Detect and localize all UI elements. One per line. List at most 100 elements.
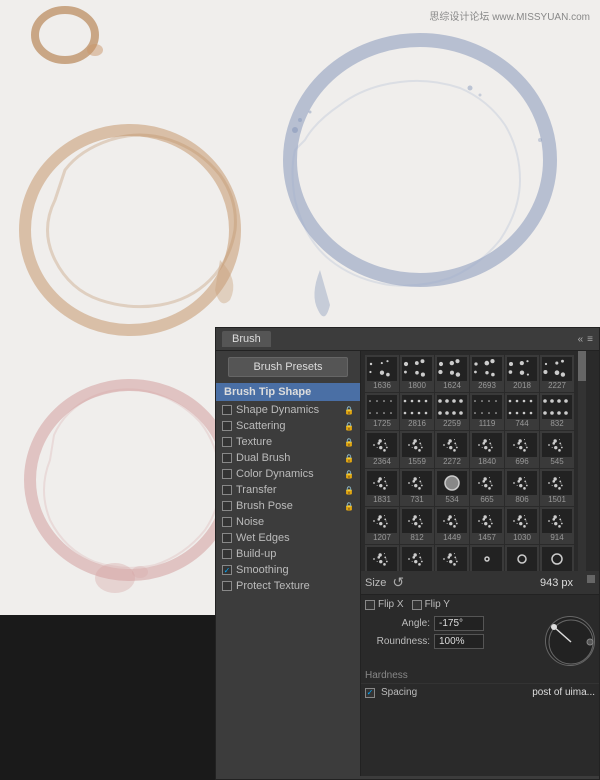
brush-presets-button[interactable]: Brush Presets [228,357,348,377]
brush-cell[interactable]: 744 [505,393,539,430]
brush-cell[interactable]: 2816 [400,393,434,430]
hardness-row: Hardness [361,668,599,683]
sidebar-item-brush-pose[interactable]: Brush Pose🔒 [216,498,360,514]
brush-cell[interactable]: 1030 [505,507,539,544]
brush-preview-cell [367,433,397,457]
spacing-value: post of uima... [532,687,595,698]
sidebar-item-noise[interactable]: Noise [216,514,360,530]
sidebar-item-smoothing[interactable]: ✓Smoothing [216,562,360,578]
roundness-input[interactable] [434,634,484,649]
brush-cell[interactable]: 696 [505,431,539,468]
brush-preview-cell [472,395,502,419]
brush-cell[interactable]: 914 [540,507,574,544]
sidebar-item-shape-dynamics[interactable]: Shape Dynamics🔒 [216,402,360,418]
lock-icon: 🔒 [344,486,354,495]
sidebar-checkbox [222,549,232,559]
brush-cell[interactable]: 806 [505,469,539,506]
brush-cell[interactable]: 545 [540,431,574,468]
sidebar-item-label: Wet Edges [236,532,290,544]
brush-cell[interactable]: 2272 [435,431,469,468]
brush-cell[interactable]: 812 [400,507,434,544]
brush-size-num: 1840 [478,457,496,466]
angle-compass[interactable] [545,616,595,666]
sidebar-item-dual-brush[interactable]: Dual Brush🔒 [216,450,360,466]
brush-cell[interactable]: 37 [505,545,539,571]
sidebar-checkbox [222,517,232,527]
brush-size-num: 2227 [548,381,566,390]
brush-cell[interactable]: 731 [400,469,434,506]
sidebar-item-scattering[interactable]: Scattering 🔒 [216,418,360,434]
brush-cell[interactable]: 1119 [470,393,504,430]
brush-cell[interactable]: 1296 [365,545,399,571]
brush-tab[interactable]: Brush [222,331,271,347]
brush-cell[interactable]: 56 [540,545,574,571]
brush-preview-cell [472,433,502,457]
menu-icon[interactable]: ≡ [587,334,593,345]
sidebar-checkbox [222,437,232,447]
brush-panel: Brush « ≡ Brush Presets Brush Tip Shape … [215,327,600,780]
sidebar-item-build-up[interactable]: Build-up [216,546,360,562]
brush-cell[interactable]: 1725 [365,393,399,430]
brush-size-num: 665 [480,495,493,504]
sidebar-item-protect-texture[interactable]: Protect Texture [216,578,360,594]
brush-tip-shape-title[interactable]: Brush Tip Shape [216,383,360,401]
size-scrollbar-thumb [587,575,595,583]
brush-cell[interactable]: 2259 [435,393,469,430]
flip-x-checkbox[interactable] [365,600,375,610]
brush-size-num: 731 [410,495,423,504]
sidebar-item-wet-edges[interactable]: Wet Edges [216,530,360,546]
brush-cell[interactable]: 832 [540,393,574,430]
sidebar-item-transfer[interactable]: Transfer🔒 [216,482,360,498]
angle-input[interactable] [434,616,484,631]
scrollbar-thumb [578,351,586,381]
sidebar-item-label: Texture [236,436,272,448]
brush-size-num: 1831 [373,495,391,504]
brush-grid-area: 16361800162426932018 2227 1725281622591119… [361,351,599,571]
brush-preview-cell [367,357,397,381]
brush-cell[interactable]: 1859 [400,545,434,571]
spacing-checkbox[interactable]: ✓ [365,688,375,698]
flip-y-checkbox[interactable] [412,600,422,610]
sidebar-item-label: Scattering [236,420,286,432]
brush-cell[interactable]: 534 [435,469,469,506]
brush-size-num: 1449 [443,533,461,542]
sidebar-checkbox [222,485,232,495]
brush-size-num: 744 [515,419,528,428]
brush-cell[interactable]: 1831 [365,469,399,506]
roundness-label: Roundness: [365,636,430,647]
brush-cell[interactable]: 665 [470,469,504,506]
brush-cell[interactable]: 2018 [505,355,539,392]
brush-cell[interactable]: 2693 [470,355,504,392]
brush-size-num: 1559 [408,457,426,466]
brush-cell[interactable]: 1559 [400,431,434,468]
lock-icon: 🔒 [344,406,354,415]
sidebar-items: Shape Dynamics🔒Scattering🔒Texture🔒Dual B… [216,402,360,594]
brush-size-num: 806 [515,495,528,504]
brush-cell[interactable]: 2364 [365,431,399,468]
brush-preview-cell [437,471,467,495]
brush-cell[interactable]: 2404 [435,545,469,571]
brush-cell[interactable]: 1449 [435,507,469,544]
flip-row: Flip X Flip Y [361,595,599,614]
collapse-icon[interactable]: « [578,334,584,345]
brush-cell[interactable]: 23 [470,545,504,571]
size-scrollbar[interactable] [587,575,595,591]
brush-size-num: 1457 [478,533,496,542]
brush-preview-cell [542,471,572,495]
brush-cell[interactable]: 1457 [470,507,504,544]
brush-cell[interactable]: 1501 [540,469,574,506]
size-reset-icon[interactable]: ↺ [392,574,404,591]
brush-cell[interactable]: 1624 [435,355,469,392]
sidebar-item-color-dynamics[interactable]: Color Dynamics🔒 [216,466,360,482]
ar-fields: Angle: Roundness: [365,616,541,666]
brush-cell[interactable]: 1800 [400,355,434,392]
brush-cell[interactable]: 1636 [365,355,399,392]
sidebar-item-texture[interactable]: Texture🔒 [216,434,360,450]
sidebar-checkbox: ✓ [222,565,232,575]
brush-cell[interactable]: 1840 [470,431,504,468]
brush-cell[interactable]: 2227 [540,355,574,392]
lock-icon: 🔒 [344,422,354,431]
brush-cell[interactable]: 1207 [365,507,399,544]
grid-scrollbar[interactable] [578,351,586,571]
sidebar-checkbox [222,421,232,431]
